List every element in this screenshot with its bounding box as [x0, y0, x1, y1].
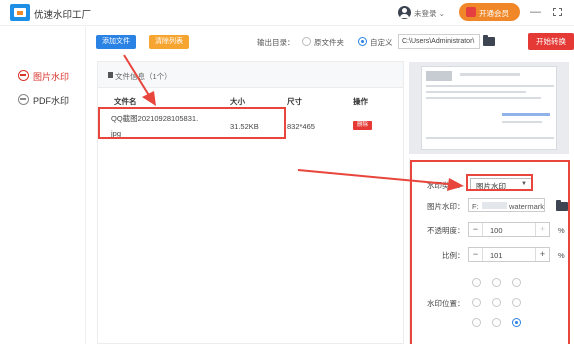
- app-title: 优速水印工厂: [34, 10, 92, 21]
- type-select-highlight-box: [466, 174, 533, 191]
- picture-watermark-icon: [18, 70, 29, 81]
- sidebar: 图片水印 PDF水印: [0, 27, 86, 344]
- login-link[interactable]: 未登录 ⌄: [414, 8, 445, 19]
- file-info-text: 文件信息（1个）: [115, 72, 172, 81]
- source-folder-radio[interactable]: [302, 37, 311, 46]
- preview-image: [421, 66, 557, 150]
- document-icon: [108, 72, 113, 78]
- file-list-panel: 文件信息（1个） 文件名 大小 尺寸 操作 QQ截图20210928105831…: [97, 61, 404, 344]
- maximize-button[interactable]: [553, 8, 562, 16]
- preview-thumbnail: [409, 62, 569, 154]
- file-dimensions: 832*465: [287, 122, 315, 131]
- delete-button[interactable]: 删除: [353, 121, 372, 130]
- clear-list-button[interactable]: 清除列表: [149, 35, 189, 49]
- custom-dir-radio[interactable]: [358, 37, 367, 46]
- column-header-action: 操作: [353, 97, 368, 106]
- pdf-watermark-icon: [18, 94, 29, 105]
- vip-icon: [466, 7, 476, 17]
- sidebar-item-label: 图片水印: [33, 72, 70, 82]
- folder-icon[interactable]: [483, 35, 495, 46]
- app-logo-icon: [10, 4, 30, 21]
- minimize-button[interactable]: —: [530, 6, 541, 18]
- add-file-button[interactable]: 添加文件: [96, 35, 136, 49]
- column-header-size: 大小: [230, 97, 245, 106]
- vip-button[interactable]: 开通会员: [459, 3, 520, 21]
- column-header-dimensions: 尺寸: [287, 97, 302, 106]
- vip-label: 开通会员: [479, 9, 509, 18]
- file-row-highlight-box: [98, 107, 286, 139]
- output-path-input[interactable]: C:\Users\Administrator\: [398, 34, 480, 49]
- source-folder-label: 原文件夹: [314, 38, 344, 47]
- sidebar-item-label: PDF水印: [33, 96, 70, 106]
- toolbar: 添加文件 清除列表 输出目录： 原文件夹 自定义 C:\Users\Admini…: [87, 27, 574, 57]
- file-info-bar: 文件信息（1个）: [98, 62, 403, 88]
- output-dir-label: 输出目录：: [257, 38, 295, 47]
- start-convert-button[interactable]: 开始转换: [528, 33, 574, 50]
- column-header-name: 文件名: [114, 97, 137, 106]
- title-bar: 优速水印工厂 未登录 ⌄ 开通会员 —: [0, 0, 574, 26]
- user-icon[interactable]: [398, 6, 411, 19]
- custom-dir-label: 自定义: [370, 38, 393, 47]
